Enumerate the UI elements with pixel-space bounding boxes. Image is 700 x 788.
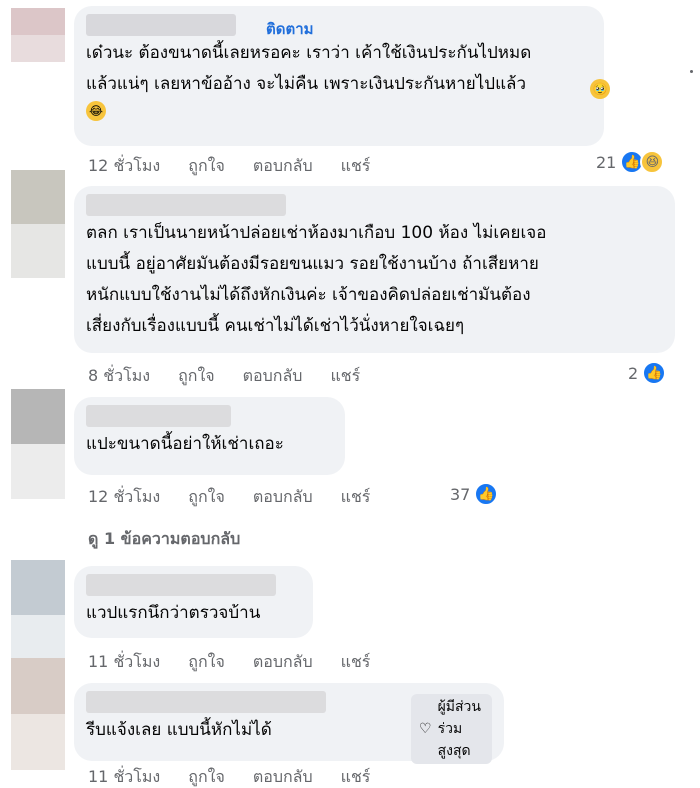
share-button[interactable]: แชร์ [341, 765, 371, 788]
like-button[interactable]: ถูกใจ [178, 364, 215, 389]
haha-icon: 😆 [640, 150, 665, 174]
reply-button[interactable]: ตอบกลับ [253, 154, 313, 179]
comment-actions: 8 ชั่วโมง ถูกใจ ตอบกลับ แชร์ [88, 364, 388, 389]
timestamp[interactable]: 11 ชั่วโมง [88, 650, 160, 675]
comment-actions: 11 ชั่วโมง ถูกใจ ตอบกลับ แชร์ [88, 650, 398, 675]
share-button[interactable]: แชร์ [341, 485, 371, 510]
comment-bubble: ติดตาม เด๋วนะ ต้องขนาดนี้เลยหรอคะ เราว่า… [74, 6, 604, 146]
like-button[interactable]: ถูกใจ [188, 485, 225, 510]
reply-button[interactable]: ตอบกลับ [243, 364, 303, 389]
top-contributor-badge[interactable]: ♡ ผู้มีส่วนร่วมสูงสุด [411, 694, 492, 764]
author-row [86, 572, 301, 598]
comment-bubble: แวปแรกนึกว่าตรวจบ้าน [74, 566, 313, 638]
more-options-dot[interactable] [690, 70, 693, 73]
comment-text: เด๋วนะ ต้องขนาดนี้เลยหรอคะ เราว่า เค้าใช… [86, 43, 532, 94]
comment-bubble: ตลก เราเป็นนายหน้าปล่อยเช่าห้องมาเกือบ 1… [74, 186, 675, 353]
comment-text: แปะขนาดนี้อย่าให้เช่าเถอะ [86, 434, 284, 454]
author-name-blurred[interactable] [86, 574, 276, 596]
author-name-blurred[interactable] [86, 691, 326, 713]
avatar[interactable] [11, 560, 65, 670]
pleading-emoji-icon: 🥹 [590, 79, 610, 99]
reaction-count: 21 [596, 152, 617, 172]
reaction-count: 37 [450, 484, 471, 504]
timestamp[interactable]: 12 ชั่วโมง [88, 154, 160, 179]
share-button[interactable]: แชร์ [341, 154, 371, 179]
timestamp[interactable]: 12 ชั่วโมง [88, 485, 160, 510]
comment-text: แวปแรกนึกว่าตรวจบ้าน [86, 603, 261, 623]
timestamp[interactable]: 8 ชั่วโมง [88, 364, 150, 389]
author-row [86, 403, 333, 429]
follow-link[interactable]: ติดตาม [266, 17, 314, 41]
view-replies-link[interactable]: ดู 1 ข้อความตอบกลับ [88, 527, 240, 552]
share-button[interactable]: แชร์ [341, 650, 371, 675]
author-row: ติดตาม [86, 12, 592, 38]
avatar[interactable] [11, 658, 65, 770]
badge-label: ผู้มีส่วนร่วมสูงสุด [437, 699, 481, 759]
author-name-blurred[interactable] [86, 194, 286, 216]
comment-actions: 11 ชั่วโมง ถูกใจ ตอบกลับ แชร์ [88, 765, 398, 788]
thumbs-up-icon: 👍 [474, 482, 499, 506]
comment-bubble: แปะขนาดนี้อย่าให้เช่าเถอะ [74, 397, 345, 475]
reaction-summary[interactable]: 21 👍 😆 [596, 150, 665, 174]
avatar[interactable] [11, 8, 65, 62]
reaction-summary[interactable]: 37 👍 [450, 482, 499, 506]
like-button[interactable]: ถูกใจ [188, 765, 225, 788]
avatar[interactable] [11, 389, 65, 499]
award-icon: ♡ [419, 721, 432, 737]
author-row: ♡ ผู้มีส่วนร่วมสูงสุด [86, 689, 492, 764]
comment-bubble: ♡ ผู้มีส่วนร่วมสูงสุด รีบแจ้งเลย แบบนี้ห… [74, 683, 504, 764]
author-name-blurred[interactable] [86, 14, 236, 36]
reply-button[interactable]: ตอบกลับ [253, 485, 313, 510]
comment-text: ตลก เราเป็นนายหน้าปล่อยเช่าห้องมาเกือบ 1… [86, 223, 547, 336]
share-button[interactable]: แชร์ [330, 364, 360, 389]
laughing-emoji-icon: 😂 [86, 100, 106, 121]
avatar[interactable] [11, 170, 65, 278]
timestamp[interactable]: 11 ชั่วโมง [88, 765, 160, 788]
reaction-summary[interactable]: 2 👍 [628, 361, 667, 385]
like-button[interactable]: ถูกใจ [188, 650, 225, 675]
author-row [86, 192, 663, 218]
reply-button[interactable]: ตอบกลับ [253, 765, 313, 788]
comment-actions: 12 ชั่วโมง ถูกใจ ตอบกลับ แชร์ [88, 154, 398, 179]
emoji-row: 😂 [86, 100, 592, 124]
like-button[interactable]: ถูกใจ [188, 154, 225, 179]
author-name-blurred[interactable] [86, 405, 231, 427]
thumbs-up-icon: 👍 [642, 361, 667, 385]
reply-button[interactable]: ตอบกลับ [253, 650, 313, 675]
comment-actions: 12 ชั่วโมง ถูกใจ ตอบกลับ แชร์ [88, 485, 398, 510]
reaction-count: 2 [628, 363, 639, 383]
